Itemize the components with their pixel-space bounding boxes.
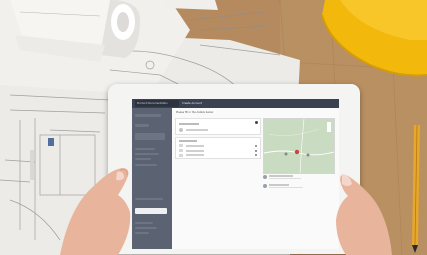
right-hand <box>336 174 392 255</box>
photo-scene: Product Documentation Create Account Ple… <box>0 0 427 255</box>
hands <box>60 168 392 255</box>
left-hand <box>60 168 131 255</box>
